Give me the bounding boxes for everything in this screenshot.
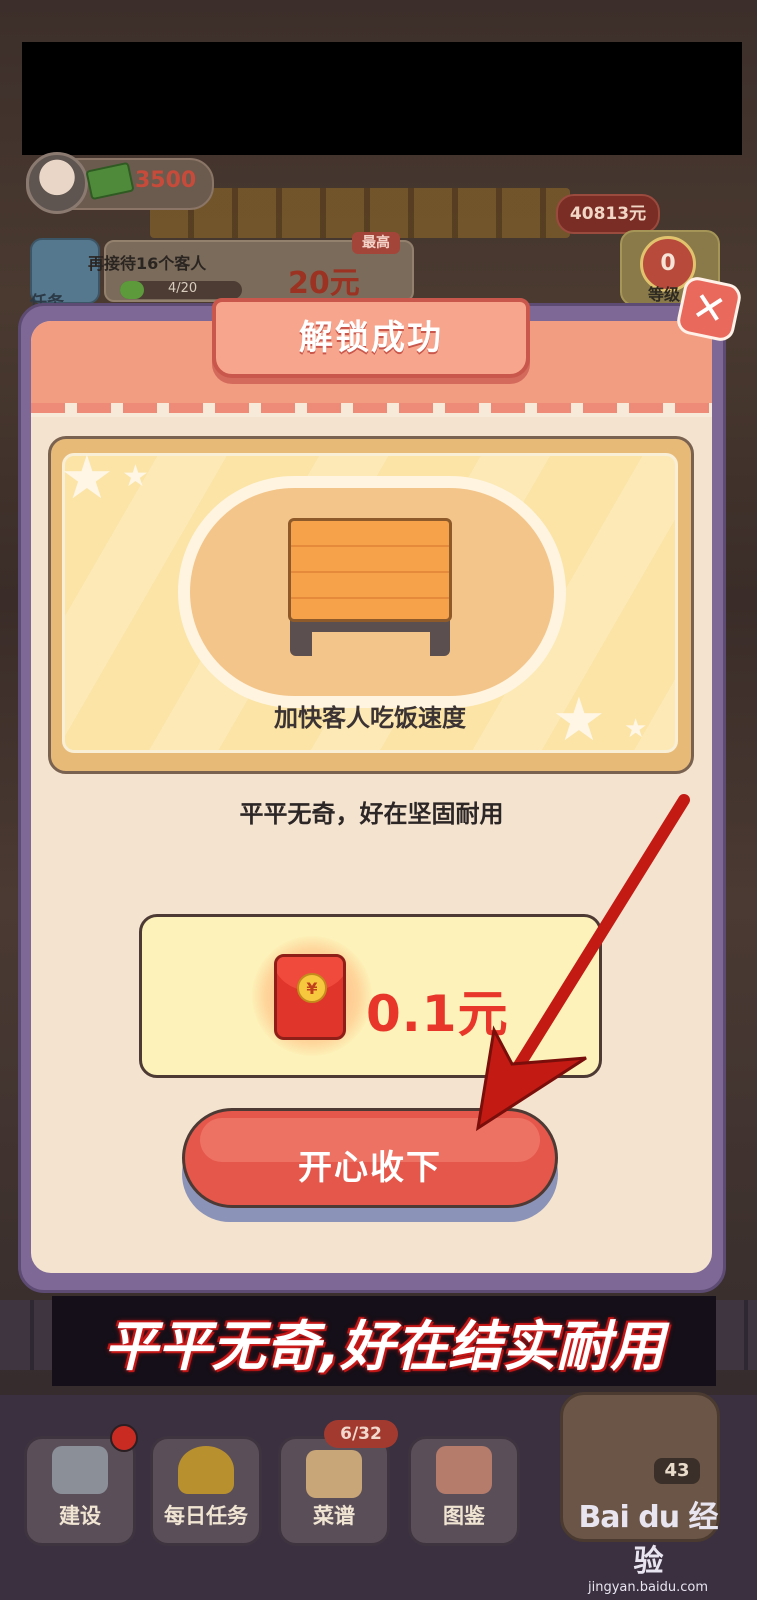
star-icon: ★: [122, 459, 149, 494]
watermark-brand: Bai du 经验: [578, 1500, 718, 1579]
yuan-coin-icon: ¥: [297, 973, 327, 1003]
task-max-badge: 最高: [352, 232, 400, 254]
nav-build-label: 建设: [59, 1504, 101, 1528]
red-packet-icon: ¥: [274, 954, 346, 1040]
notification-dot: [110, 1424, 138, 1452]
dialog-dashed-divider: [31, 403, 712, 417]
avatar[interactable]: [26, 152, 88, 214]
restaurant-windows: [150, 188, 570, 238]
money-balance[interactable]: 40813元: [556, 194, 660, 234]
reward-amount: 0.1元: [366, 985, 509, 1043]
nav-daily-tasks-label: 每日任务: [164, 1504, 248, 1528]
caption-text: 平平无奇,好在结实耐用: [103, 1315, 665, 1378]
level-label: 等级: [648, 285, 681, 304]
recipe-count-badge: 6/32: [324, 1420, 398, 1448]
close-button[interactable]: ✕: [674, 274, 744, 344]
hammer-icon: [52, 1446, 108, 1494]
feature-caption: 加快客人吃饭速度: [274, 704, 466, 732]
task-progress-text: 4/20: [168, 281, 198, 296]
megaphone-count: 43: [654, 1458, 700, 1484]
task-reward: 20元: [288, 266, 360, 301]
baidu-watermark: Bai du 经验 jingyan.baidu.com: [568, 1492, 728, 1595]
dialog-title: 解锁成功: [299, 318, 443, 358]
watermark-url: jingyan.baidu.com: [588, 1580, 708, 1595]
trophy-icon: [178, 1446, 234, 1494]
table-leg-gap: [312, 632, 430, 656]
wooden-table-icon: [288, 518, 452, 622]
nav-recipes-label: 菜谱: [313, 1504, 355, 1528]
recipe-book-icon: [306, 1450, 362, 1498]
item-description: 平平无奇，好在坚固耐用: [239, 800, 504, 828]
coin-value: 3500: [135, 168, 197, 193]
nav-collection-label: 图鉴: [443, 1504, 485, 1528]
task-progress-fill: [120, 281, 145, 299]
claim-button-label[interactable]: 开心收下: [182, 1140, 558, 1189]
star-icon: ★: [60, 443, 114, 513]
collection-cards-icon: [436, 1446, 492, 1494]
task-text: 再接待16个客人: [88, 254, 207, 273]
redacted-bar: [22, 42, 742, 155]
